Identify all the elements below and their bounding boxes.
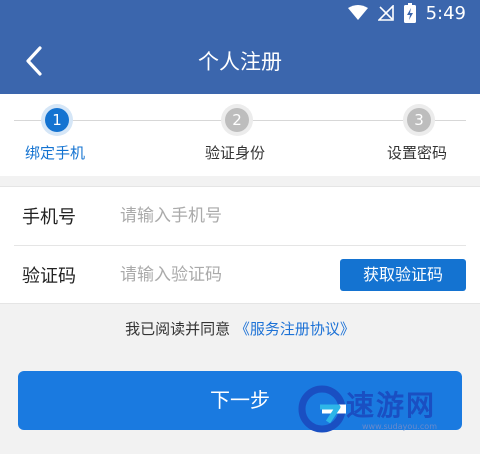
page-title: 个人注册 bbox=[198, 50, 282, 74]
step-3-dot: 3 bbox=[407, 108, 431, 132]
clock: 5:49 bbox=[425, 2, 466, 24]
wifi-icon bbox=[347, 5, 368, 20]
agreement-link[interactable]: 《服务注册协议》 bbox=[235, 320, 355, 338]
agreement-text: 我已阅读并同意 《服务注册协议》 bbox=[0, 318, 480, 339]
step-3-number: 3 bbox=[414, 111, 424, 129]
step-indicator: 1 绑定手机 2 验证身份 3 设置密码 bbox=[0, 94, 480, 176]
step-2-label: 验证身份 bbox=[205, 144, 266, 162]
battery-charging-icon bbox=[403, 3, 416, 23]
logo-icon bbox=[298, 385, 346, 433]
step-1-label: 绑定手机 bbox=[25, 144, 86, 162]
registration-form: 手机号 验证码 获取验证码 bbox=[0, 186, 480, 304]
watermark-text: 速游网 bbox=[346, 389, 437, 422]
get-code-button[interactable]: 获取验证码 bbox=[340, 259, 466, 291]
code-label: 验证码 bbox=[22, 266, 76, 287]
step-1-dot: 1 bbox=[45, 108, 69, 132]
phone-input[interactable] bbox=[120, 206, 330, 226]
agreement-prefix: 我已阅读并同意 bbox=[125, 320, 231, 338]
no-signal-icon bbox=[377, 5, 394, 21]
step-2-number: 2 bbox=[232, 111, 242, 129]
app-header: 5:49 个人注册 bbox=[0, 0, 480, 94]
step-1-number: 1 bbox=[52, 111, 62, 129]
step-2-dot: 2 bbox=[225, 108, 249, 132]
verification-code-input[interactable] bbox=[120, 265, 330, 285]
phone-label: 手机号 bbox=[22, 207, 76, 228]
watermark-logo: 速游网 www.sudayou.com bbox=[298, 382, 474, 444]
status-bar: 5:49 bbox=[347, 0, 466, 26]
step-3-label: 设置密码 bbox=[387, 144, 448, 162]
phone-row: 手机号 bbox=[0, 187, 480, 245]
watermark-url: www.sudayou.com bbox=[362, 422, 437, 431]
